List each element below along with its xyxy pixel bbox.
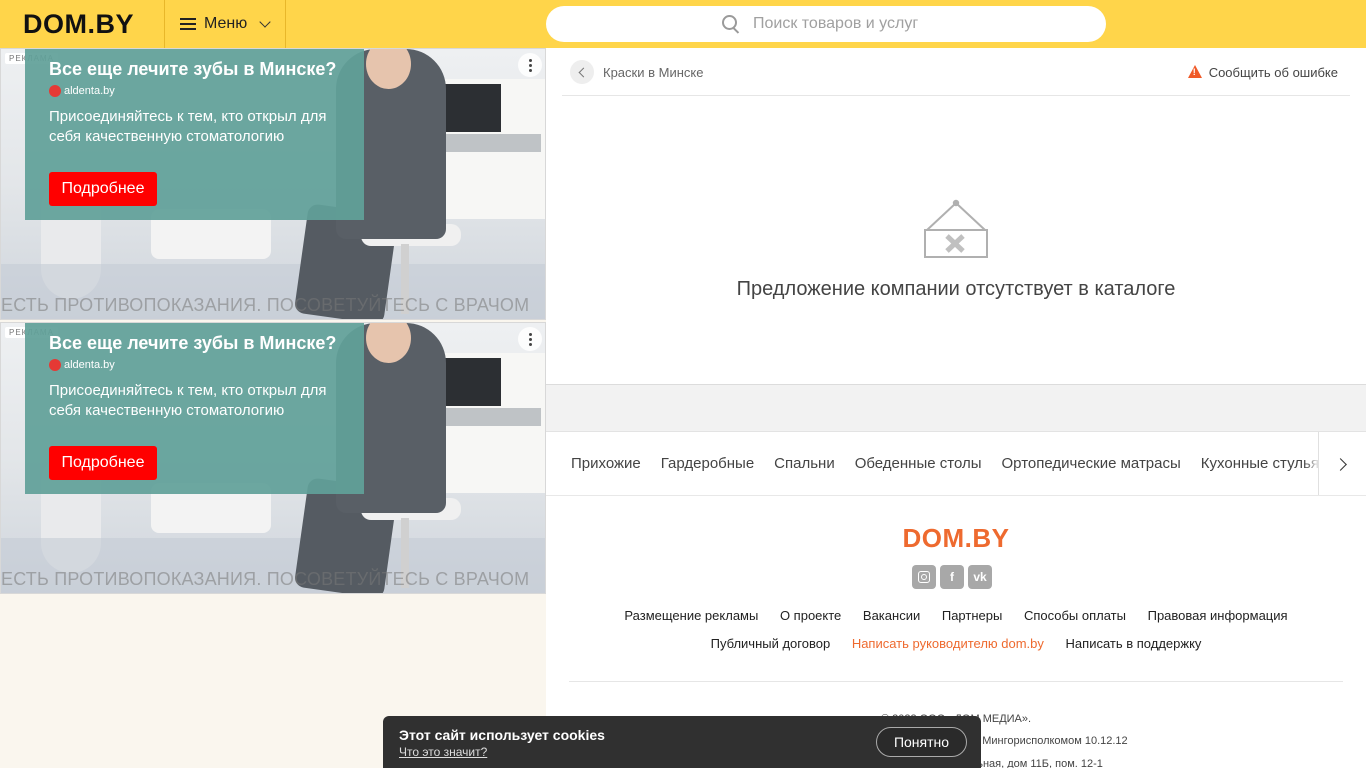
more-options-icon[interactable]	[518, 327, 542, 351]
site-logo[interactable]: DOM.BY	[23, 9, 134, 39]
breadcrumb-link[interactable]: Краски в Минске	[603, 65, 703, 80]
report-error-link[interactable]: Сообщить об ошибке	[1187, 65, 1338, 80]
cookie-info-link[interactable]: Что это значит?	[399, 745, 487, 759]
footer-divider	[569, 681, 1343, 682]
ad-card: Все еще лечите зубы в Минске? aldenta.by…	[25, 323, 364, 494]
footer-link-legal[interactable]: Правовая информация	[1148, 608, 1288, 623]
ad-domain[interactable]: aldenta.by	[49, 359, 115, 371]
footer-link-payment[interactable]: Способы оплаты	[1024, 608, 1126, 623]
search-icon	[722, 14, 737, 30]
ad-card: Все еще лечите зубы в Минске? aldenta.by…	[25, 49, 364, 220]
ad-banner[interactable]: РЕКЛАМА Все еще лечите зубы в Минске? al…	[0, 48, 546, 320]
footer-logo[interactable]: DOM.BY	[546, 523, 1366, 554]
chevron-left-icon	[578, 67, 589, 77]
site-header: DOM.BY Меню	[0, 0, 1366, 48]
ad-cta-button[interactable]: Подробнее	[49, 172, 157, 206]
warning-icon	[1187, 65, 1202, 78]
hamburger-icon	[180, 18, 196, 30]
menu-button[interactable]: Меню	[164, 0, 286, 48]
cookie-accept-button[interactable]: Понятно	[876, 727, 967, 757]
empty-catalog-icon	[924, 199, 988, 258]
main-content: Краски в Минске Сообщить об ошибке Предл…	[546, 48, 1366, 768]
category-link[interactable]: Гардеробные	[661, 455, 754, 472]
social-links: f vk	[912, 565, 992, 589]
search-input[interactable]	[753, 15, 1073, 33]
footer-link-ads[interactable]: Размещение рекламы	[624, 608, 758, 623]
ad-domain[interactable]: aldenta.by	[49, 85, 115, 97]
ad-column: РЕКЛАМА Все еще лечите зубы в Минске? al…	[0, 48, 546, 768]
more-options-icon[interactable]	[518, 53, 542, 77]
footer-link-vacancies[interactable]: Вакансии	[863, 608, 920, 623]
footer-link-about[interactable]: О проекте	[780, 608, 841, 623]
footer-link-contract[interactable]: Публичный договор	[711, 636, 831, 651]
ad-banner[interactable]: РЕКЛАМА Все еще лечите зубы в Минске? al…	[0, 322, 546, 594]
menu-label: Меню	[204, 15, 248, 32]
category-link[interactable]: Спальни	[774, 455, 835, 472]
ad-title[interactable]: Все еще лечите зубы в Минске?	[49, 59, 336, 80]
ad-text: Присоединяйтесь к тем, кто открыл для се…	[49, 382, 327, 419]
instagram-icon[interactable]	[912, 565, 936, 589]
footer-links: Размещение рекламы О проекте Вакансии Па…	[546, 608, 1366, 623]
tooth-icon	[49, 85, 61, 97]
facebook-icon[interactable]: f	[940, 565, 964, 589]
ad-text: Присоединяйтесь к тем, кто открыл для се…	[49, 108, 327, 145]
cookie-title: Этот сайт использует cookies	[399, 727, 605, 743]
ad-disclaimer: ЕСТЬ ПРОТИВОПОКАЗАНИЯ. ПОСОВЕТУЙТЕСЬ С В…	[1, 569, 530, 589]
ad-title[interactable]: Все еще лечите зубы в Минске?	[49, 333, 336, 354]
ad-cta-button[interactable]: Подробнее	[49, 446, 157, 480]
category-list: Прихожие Гардеробные Спальни Обеденные с…	[571, 455, 1319, 472]
category-carousel: Прихожие Гардеробные Спальни Обеденные с…	[546, 432, 1366, 496]
ad-disclaimer: ЕСТЬ ПРОТИВОПОКАЗАНИЯ. ПОСОВЕТУЙТЕСЬ С В…	[1, 295, 530, 315]
carousel-next-button[interactable]	[1318, 432, 1366, 495]
chevron-down-icon	[259, 15, 271, 28]
category-link[interactable]: Обеденные столы	[855, 455, 982, 472]
back-button[interactable]	[570, 60, 594, 84]
tooth-icon	[49, 359, 61, 371]
footer-link-support[interactable]: Написать в поддержку	[1066, 636, 1202, 651]
cookie-banner: Этот сайт использует cookies Что это зна…	[383, 716, 981, 768]
breadcrumb: Краски в Минске Сообщить об ошибке	[562, 48, 1350, 96]
footer-link-partners[interactable]: Партнеры	[942, 608, 1002, 623]
section-divider	[546, 384, 1366, 432]
category-link[interactable]: Кухонные стулья	[1201, 455, 1319, 472]
footer-links: Публичный договор Написать руководителю …	[546, 636, 1366, 651]
category-link[interactable]: Ортопедические матрасы	[1002, 455, 1181, 472]
footer-link-write-director[interactable]: Написать руководителю dom.by	[852, 636, 1044, 651]
category-link[interactable]: Прихожие	[571, 455, 641, 472]
empty-state-message: Предложение компании отсутствует в катал…	[736, 278, 1176, 300]
search-bar[interactable]	[546, 6, 1106, 42]
chevron-right-icon	[1334, 457, 1347, 471]
vk-icon[interactable]: vk	[968, 565, 992, 589]
